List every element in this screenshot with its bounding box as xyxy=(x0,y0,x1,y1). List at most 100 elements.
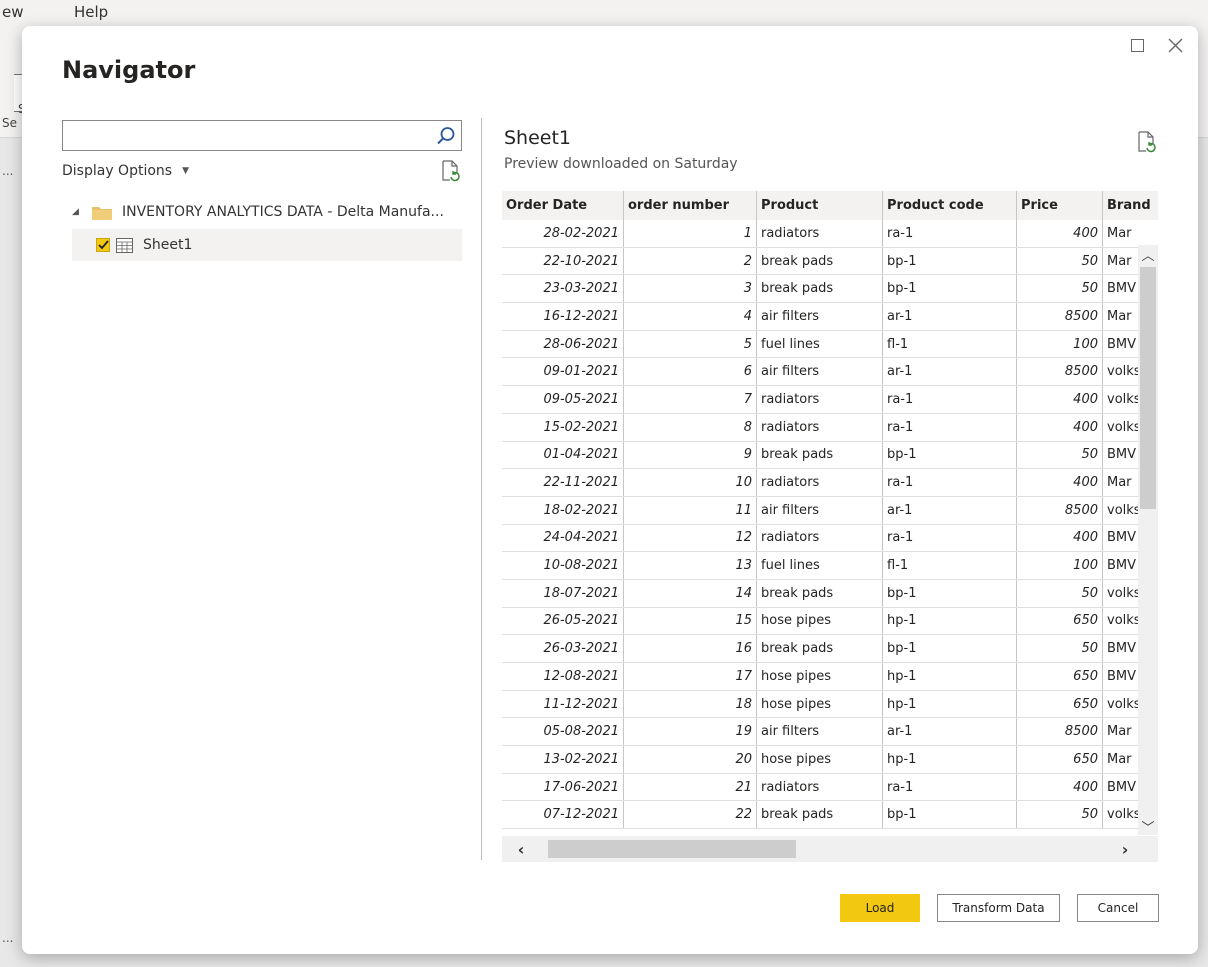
table-cell: 50 xyxy=(1017,247,1103,275)
table-cell: 50 xyxy=(1017,635,1103,662)
table-cell: 22 xyxy=(624,801,757,829)
table-cell: 8500 xyxy=(1017,358,1103,386)
table-cell: hose pipes xyxy=(757,690,883,718)
horizontal-scrollbar[interactable]: ‹ › xyxy=(502,836,1158,862)
preview-table: Order Date order number Product Product cod… xyxy=(502,191,1158,831)
table-header: Order Date order number Product Product cod… xyxy=(502,191,1158,220)
table-cell: 400 xyxy=(1017,386,1103,413)
preview-title: Sheet1 xyxy=(504,127,572,149)
table-cell: hp-1 xyxy=(883,690,1017,718)
vertical-scrollbar[interactable]: ︿ ﹀ xyxy=(1138,245,1158,836)
search-icon[interactable] xyxy=(435,125,457,147)
transform-data-button[interactable]: Transform Data xyxy=(937,894,1060,922)
table-cell: radiators xyxy=(757,773,883,801)
table-cell: hp-1 xyxy=(883,607,1017,635)
table-cell: 16 xyxy=(624,635,757,662)
table-cell: break pads xyxy=(757,635,883,662)
tree-item-workbook[interactable]: ◢ INVENTORY ANALYTICS DATA - Delta Manuf… xyxy=(72,196,462,228)
tree-item-sheet1[interactable]: Sheet1 xyxy=(72,229,462,261)
more-icon: ... xyxy=(2,931,14,945)
table-cell: 17-06-2021 xyxy=(502,773,624,801)
table-cell: 11 xyxy=(624,496,757,524)
table-cell: fl-1 xyxy=(883,552,1017,579)
column-header[interactable]: order number xyxy=(624,191,757,220)
table-row: 26-03-2021 16 break pads bp-1 50 BMV xyxy=(502,635,1158,663)
table-row: 22-11-2021 10 radiators ra-1 400 Mar xyxy=(502,469,1158,497)
menu-help[interactable]: Help xyxy=(74,3,108,21)
table-cell: 12 xyxy=(624,524,757,552)
table-cell: 07-12-2021 xyxy=(502,801,624,829)
display-options-label: Display Options xyxy=(62,163,173,179)
close-button[interactable] xyxy=(1164,34,1186,56)
table-row: 13-02-2021 20 hose pipes hp-1 650 Mar xyxy=(502,746,1158,774)
table-row: 18-07-2021 14 break pads bp-1 50 volks xyxy=(502,579,1158,608)
horizontal-scroll-thumb[interactable] xyxy=(548,840,796,858)
table-cell: 400 xyxy=(1017,524,1103,552)
table-cell: bp-1 xyxy=(883,579,1017,607)
search-input[interactable] xyxy=(63,121,423,150)
table-cell: 11-12-2021 xyxy=(502,690,624,718)
tree-item-label: INVENTORY ANALYTICS DATA - Delta Manufa.… xyxy=(122,204,444,220)
table-cell: ra-1 xyxy=(883,413,1017,441)
table-cell: radiators xyxy=(757,220,883,247)
table-cell: 22-11-2021 xyxy=(502,469,624,496)
refresh-icon[interactable] xyxy=(1136,131,1156,153)
expand-triangle-icon[interactable]: ◢ xyxy=(72,207,88,217)
maximize-button[interactable] xyxy=(1126,34,1148,56)
table-cell: 15 xyxy=(624,607,757,635)
table-row: 26-05-2021 15 hose pipes hp-1 650 volks xyxy=(502,607,1158,636)
table-row: 10-08-2021 13 fuel lines fl-1 100 BMV xyxy=(502,552,1158,580)
table-cell: air filters xyxy=(757,496,883,524)
chevron-down-icon: ▼ xyxy=(182,166,189,176)
table-row: 09-05-2021 7 radiators ra-1 400 volks xyxy=(502,386,1158,414)
dialog-title: Navigator xyxy=(62,56,196,84)
table-cell: 23-03-2021 xyxy=(502,275,624,303)
table-cell: 400 xyxy=(1017,220,1103,247)
table-cell: air filters xyxy=(757,358,883,386)
table-cell: air filters xyxy=(757,718,883,746)
table-row: 07-12-2021 22 break pads bp-1 50 volks xyxy=(502,801,1158,830)
column-header[interactable]: Product xyxy=(757,191,883,220)
preview-subtitle: Preview downloaded on Saturday xyxy=(504,156,738,172)
more-icon: ... xyxy=(2,164,14,178)
scroll-down-icon[interactable]: ﹀ xyxy=(1138,817,1158,836)
table-cell: 400 xyxy=(1017,469,1103,496)
table-cell: ar-1 xyxy=(883,358,1017,386)
table-cell: 28-02-2021 xyxy=(502,220,624,247)
column-header[interactable]: Brand xyxy=(1103,191,1158,220)
display-options-dropdown[interactable]: Display Options ▼ xyxy=(62,163,189,179)
table-cell: ra-1 xyxy=(883,386,1017,413)
table-cell: 24-04-2021 xyxy=(502,524,624,552)
cancel-button[interactable]: Cancel xyxy=(1077,894,1159,922)
table-row: 18-02-2021 11 air filters ar-1 8500 volks xyxy=(502,496,1158,525)
table-cell: 50 xyxy=(1017,275,1103,303)
table-cell: 3 xyxy=(624,275,757,303)
table-row: 23-03-2021 3 break pads bp-1 50 BMV xyxy=(502,275,1158,304)
vertical-scroll-thumb[interactable] xyxy=(1140,267,1156,509)
column-header[interactable]: Price xyxy=(1017,191,1103,220)
table-cell: 2 xyxy=(624,247,757,275)
table-cell: 13 xyxy=(624,552,757,579)
maximize-icon xyxy=(1130,38,1144,52)
table-cell: 15-02-2021 xyxy=(502,413,624,441)
load-button[interactable]: Load xyxy=(840,894,920,922)
menu-view[interactable]: ew xyxy=(2,3,24,21)
sheet1-checkbox[interactable] xyxy=(96,238,110,252)
table-row: 17-06-2021 21 radiators ra-1 400 BMV xyxy=(502,773,1158,802)
table-cell: bp-1 xyxy=(883,801,1017,829)
column-header[interactable]: Product code xyxy=(883,191,1017,220)
table-cell: radiators xyxy=(757,524,883,552)
column-header[interactable]: Order Date xyxy=(502,191,624,220)
close-icon xyxy=(1168,38,1182,52)
table-cell: 21 xyxy=(624,773,757,801)
table-cell: bp-1 xyxy=(883,275,1017,303)
scroll-left-icon[interactable]: ‹ xyxy=(510,836,532,862)
table-cell: 50 xyxy=(1017,579,1103,607)
app-menubar: ew Help xyxy=(0,0,1208,28)
scroll-right-icon[interactable]: › xyxy=(1114,836,1136,862)
ribbon-label-fragment: Se xyxy=(2,116,17,130)
refresh-icon[interactable] xyxy=(440,160,460,182)
folder-icon xyxy=(92,206,112,220)
table-cell: 17 xyxy=(624,663,757,690)
scroll-up-icon[interactable]: ︿ xyxy=(1138,245,1158,264)
